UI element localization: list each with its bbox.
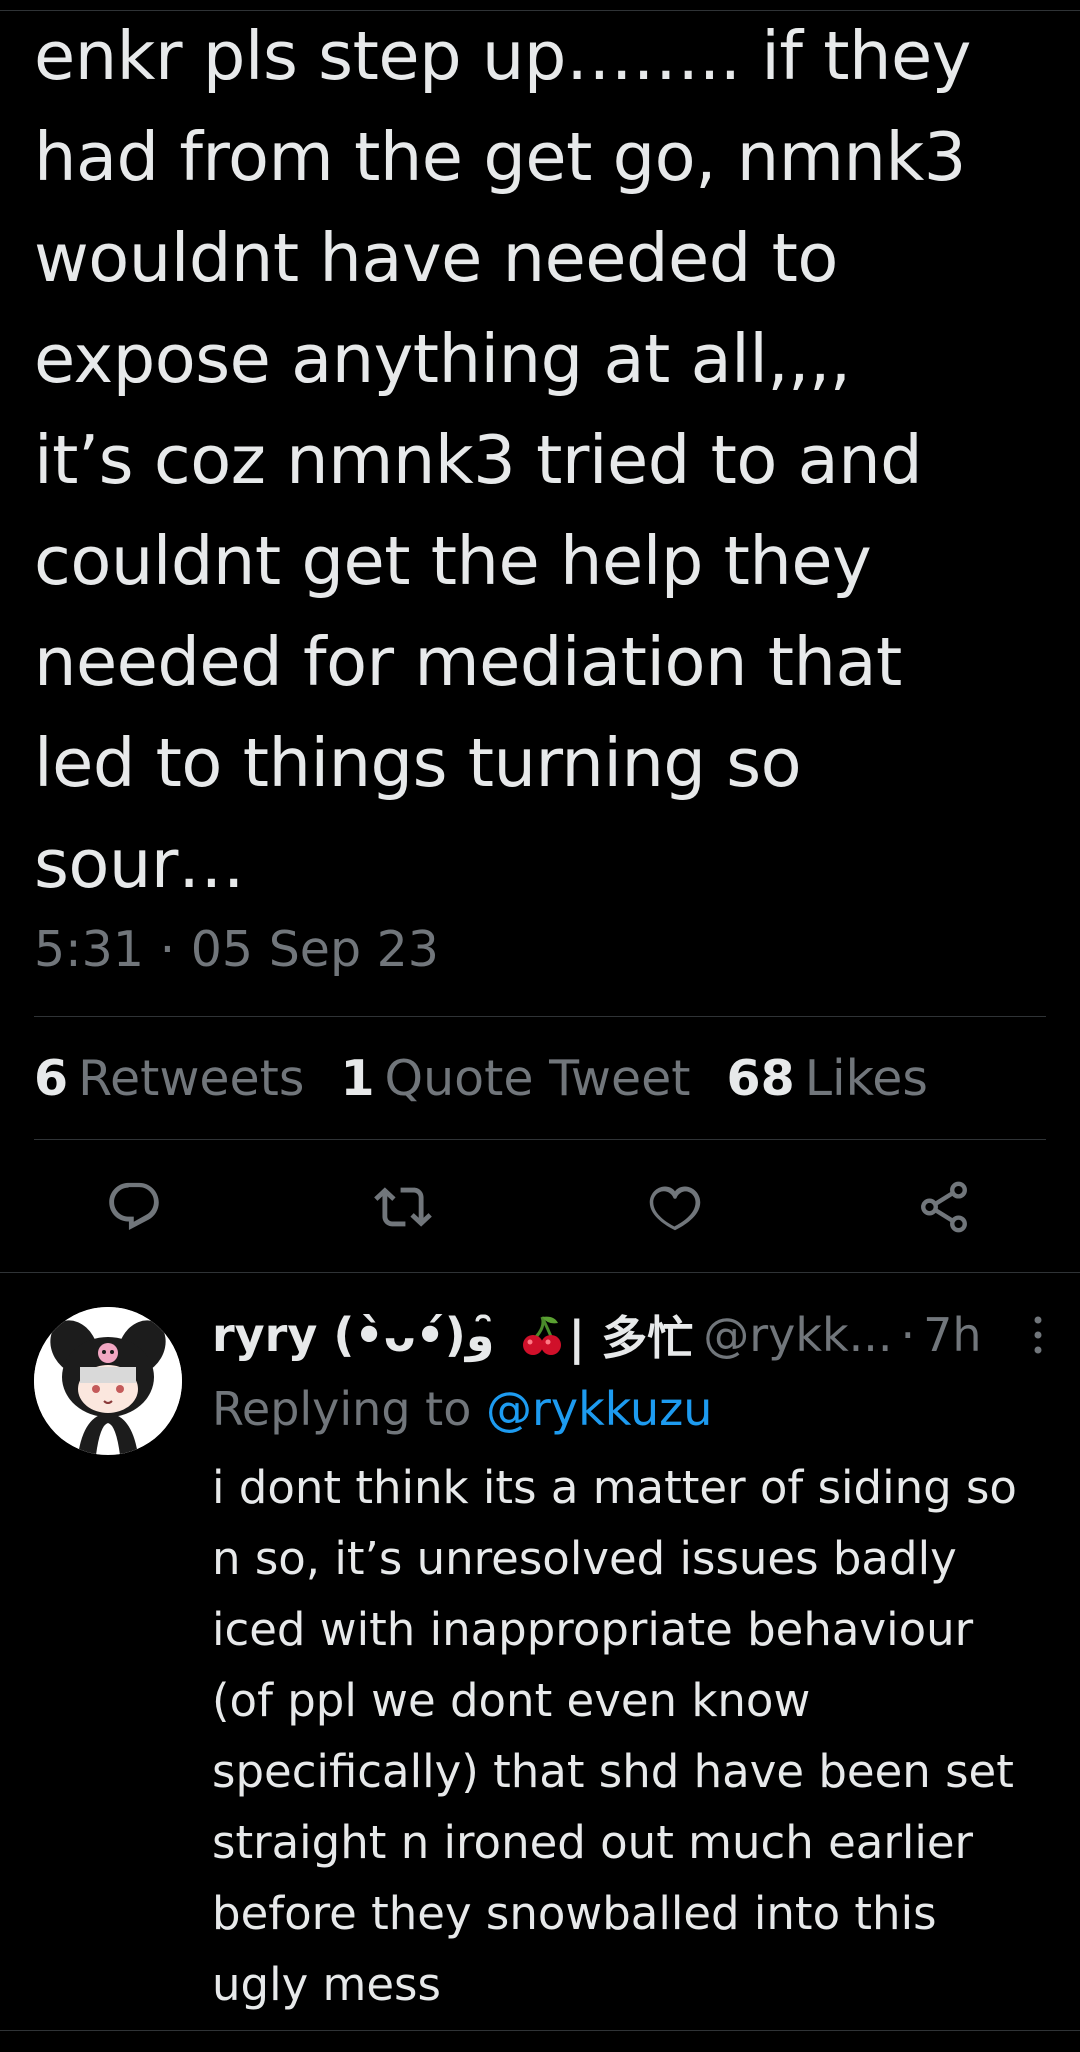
like-icon [649,1186,701,1231]
retweets-count: 6 [34,1049,69,1107]
reply-handle[interactable]: @rykk... [703,1308,892,1362]
reply-name-suffix[interactable]: | 多忙 [568,1302,693,1368]
share-icon [921,1181,967,1233]
reply-header: ryry (•̀ᴗ•́)و ̑̑ | 多忙 @rykk... · 7h [212,1305,1050,1365]
more-options-icon[interactable] [1030,1312,1046,1358]
replying-to: Replying to @rykkuzu [212,1380,712,1438]
retweet-button[interactable] [370,1174,436,1240]
tweet-stats: 6 Retweets 1 Quote Tweet 68 Likes [34,1048,964,1108]
reply-icon [109,1182,159,1230]
avatar[interactable] [34,1307,182,1455]
likes-label: Likes [804,1049,928,1107]
tweet-actions [34,1174,1046,1240]
divider [34,1139,1046,1140]
likes-stat[interactable]: 68 Likes [727,1050,928,1107]
retweets-label: Retweets [78,1049,305,1107]
separator-dot: · [900,1308,916,1362]
retweet-icon [374,1187,432,1227]
quotes-stat[interactable]: 1 Quote Tweet [340,1050,690,1107]
divider [0,1272,1080,1273]
share-button[interactable] [911,1174,977,1240]
reply-display-name[interactable]: ryry (•̀ᴗ•́)و ̑̑ [212,1308,510,1362]
divider [34,1016,1046,1017]
replying-to-label: Replying to [212,1382,472,1436]
retweets-stat[interactable]: 6 Retweets [34,1050,304,1107]
quotes-label: Quote Tweet [384,1049,691,1107]
like-button[interactable] [642,1174,708,1240]
reply-time[interactable]: 7h [923,1308,981,1362]
replying-to-mention[interactable]: @rykkuzu [486,1382,712,1436]
reply-button[interactable] [101,1174,167,1240]
quotes-count: 1 [340,1049,375,1107]
cherry-icon [522,1313,562,1357]
avatar-image [34,1307,182,1455]
likes-count: 68 [726,1049,795,1107]
tweet-timestamp[interactable]: 5:31 · 05 Sep 23 [34,920,439,980]
reply-text: i dont think its a matter of siding so n… [212,1461,1017,2011]
tweet-text: enkr pls step up…….. if they had from th… [34,17,971,903]
divider [0,2030,1080,2031]
